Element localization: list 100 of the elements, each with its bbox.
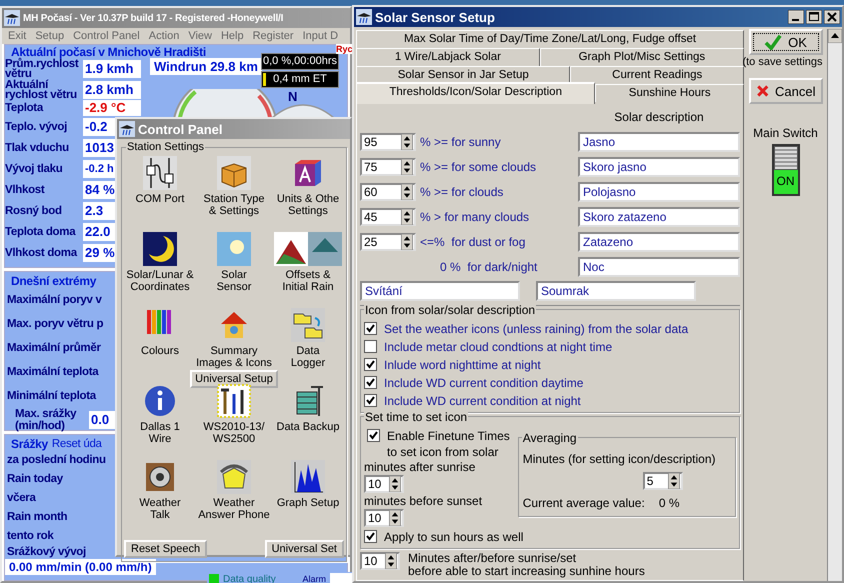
menu-item[interactable]: Action bbox=[148, 28, 180, 44]
checkbox[interactable] bbox=[364, 394, 377, 407]
menu-item[interactable]: Exit bbox=[8, 28, 26, 44]
number-spinner[interactable]: 95 bbox=[360, 133, 416, 151]
number-spinner[interactable]: 10 bbox=[364, 509, 404, 527]
setting-label[interactable]: Graph Setup bbox=[276, 497, 340, 509]
description-field[interactable]: Skoro jasno bbox=[578, 157, 740, 177]
telephone-icon[interactable] bbox=[217, 460, 251, 494]
setting-label[interactable]: Data Backup bbox=[276, 421, 340, 433]
close-icon[interactable] bbox=[824, 10, 840, 24]
cross-icon bbox=[756, 83, 770, 99]
description-field[interactable]: Zatazeno bbox=[578, 232, 740, 252]
checkbox[interactable] bbox=[367, 429, 380, 442]
checkmark-icon bbox=[764, 34, 782, 50]
ok-button[interactable]: OK bbox=[748, 29, 822, 55]
menu-item[interactable]: Register bbox=[252, 28, 294, 44]
panel-button[interactable]: Universal Set bbox=[264, 540, 344, 558]
setting-label[interactable]: Solar/Lunar & Coordinates bbox=[126, 269, 194, 293]
setting-label[interactable]: Units & Othe Settings bbox=[276, 193, 340, 217]
spin-arrows-icon[interactable] bbox=[666, 473, 681, 489]
app-icon bbox=[4, 10, 20, 26]
menu-item[interactable]: Control Panel bbox=[73, 28, 140, 44]
checkbox[interactable] bbox=[364, 530, 377, 543]
tab[interactable]: Graph Plot/Misc Settings bbox=[540, 48, 744, 66]
spin-arrows-icon[interactable] bbox=[400, 134, 414, 150]
checkbox[interactable] bbox=[364, 376, 377, 389]
dusk-field[interactable]: Soumrak bbox=[536, 281, 696, 301]
description-field[interactable]: Polojasno bbox=[578, 182, 740, 202]
number-spinner[interactable]: 25 bbox=[360, 233, 416, 251]
spin-arrows-icon[interactable] bbox=[388, 476, 402, 492]
setting-label[interactable]: Colours bbox=[141, 345, 179, 357]
number-spinner[interactable]: 10 bbox=[364, 475, 404, 493]
maximize-icon[interactable] bbox=[806, 10, 822, 24]
number-spinner[interactable]: 10 bbox=[360, 552, 400, 570]
menu-item[interactable]: Setup bbox=[35, 28, 64, 44]
reset-link[interactable]: Reset úda bbox=[52, 438, 102, 450]
spin-arrows-icon[interactable] bbox=[384, 553, 398, 569]
checkbox[interactable] bbox=[364, 340, 377, 353]
setting-label[interactable]: Solar Sensor bbox=[216, 269, 252, 293]
info-icon[interactable] bbox=[143, 384, 177, 418]
spin-arrows-icon[interactable] bbox=[400, 234, 414, 250]
number-spinner[interactable]: 45 bbox=[360, 208, 416, 226]
checkbox[interactable] bbox=[364, 322, 377, 335]
tab[interactable]: Current Readings bbox=[570, 66, 744, 84]
tab[interactable]: Max Solar Time of Day/Time Zone/Lat/Long, Fudge offset bbox=[356, 30, 744, 48]
alarm-label: Alarm bbox=[302, 574, 326, 583]
setting-label[interactable]: WS2010-13/ WS2500 bbox=[203, 421, 265, 445]
graph-icon[interactable] bbox=[291, 460, 325, 494]
setting-label[interactable]: COM Port bbox=[136, 193, 184, 205]
tools-icon[interactable] bbox=[217, 384, 251, 418]
spin-arrows-icon[interactable] bbox=[400, 209, 414, 225]
compass-label: N bbox=[288, 89, 298, 104]
folders-icon[interactable] bbox=[291, 308, 325, 342]
setting-label[interactable]: Station Type & Settings bbox=[204, 193, 264, 217]
setting-label[interactable]: Data Logger bbox=[290, 345, 326, 369]
field-label: minutes before sunset bbox=[364, 494, 484, 508]
scroll-up-icon[interactable] bbox=[828, 29, 842, 43]
window-title: Control Panel bbox=[138, 122, 223, 136]
setting-label[interactable]: Weather Answer Phone bbox=[198, 497, 270, 521]
spin-arrows-icon[interactable] bbox=[400, 184, 414, 200]
number-spinner[interactable]: 75 bbox=[360, 158, 416, 176]
box-icon[interactable] bbox=[217, 156, 251, 190]
tab[interactable]: Thresholds/Icon/Solar Description bbox=[356, 82, 596, 104]
setting-label[interactable]: Offsets & Initial Rain bbox=[282, 269, 334, 293]
windrun-value: Windrun 29.8 km bbox=[150, 58, 262, 75]
description-field[interactable]: Jasno bbox=[578, 132, 740, 152]
menu-item[interactable]: Input D bbox=[302, 28, 338, 44]
setting-label[interactable]: Summary Images & Icons bbox=[196, 345, 272, 369]
connector-icon[interactable] bbox=[143, 156, 177, 190]
universal-setup-button[interactable]: Universal Setup bbox=[190, 370, 278, 388]
field-label: Minutes (for setting icon/description) bbox=[522, 452, 716, 466]
option-label: Inlude word nighttime at night bbox=[384, 358, 541, 372]
number-spinner[interactable]: 5 bbox=[642, 472, 683, 490]
tab[interactable]: Sunshine Hours bbox=[595, 84, 744, 102]
cancel-button[interactable]: Cancel bbox=[748, 78, 822, 104]
number-spinner[interactable]: 60 bbox=[360, 183, 416, 201]
setting-label[interactable]: Dallas 1 Wire bbox=[140, 421, 180, 445]
reading-label: Aktuální rychlost větru bbox=[5, 80, 78, 100]
dawn-field[interactable]: Svítání bbox=[360, 281, 520, 301]
toggle-switch[interactable]: ON bbox=[772, 144, 800, 196]
group-title: Icon from solar/solar description bbox=[364, 303, 536, 317]
reading-label: Vlhkost bbox=[5, 184, 46, 194]
scrollbar[interactable] bbox=[827, 29, 842, 581]
panel-button[interactable]: Reset Speech bbox=[124, 540, 208, 558]
description-field[interactable]: Noc bbox=[578, 257, 740, 277]
spin-arrows-icon[interactable] bbox=[388, 510, 402, 526]
tab[interactable]: 1 Wire/Labjack Solar bbox=[356, 48, 540, 66]
menu-item[interactable]: Help bbox=[220, 28, 244, 44]
extreme-label: Maximální teplota bbox=[6, 365, 98, 380]
description-field[interactable]: Skoro zatazeno bbox=[578, 207, 740, 227]
option-label: Include metar cloud condtions at night time bbox=[384, 340, 612, 354]
setting-label[interactable]: Weather Talk bbox=[139, 497, 181, 521]
minimize-icon[interactable] bbox=[788, 10, 804, 24]
spin-arrows-icon[interactable] bbox=[400, 159, 414, 175]
menu-item[interactable]: View bbox=[188, 28, 212, 44]
mountain-cloud-icon[interactable] bbox=[274, 232, 342, 266]
speaker-icon[interactable] bbox=[143, 460, 177, 494]
moon-icon[interactable] bbox=[143, 232, 177, 266]
checkbox[interactable] bbox=[364, 358, 377, 371]
group-title: Srážky bbox=[10, 437, 48, 451]
